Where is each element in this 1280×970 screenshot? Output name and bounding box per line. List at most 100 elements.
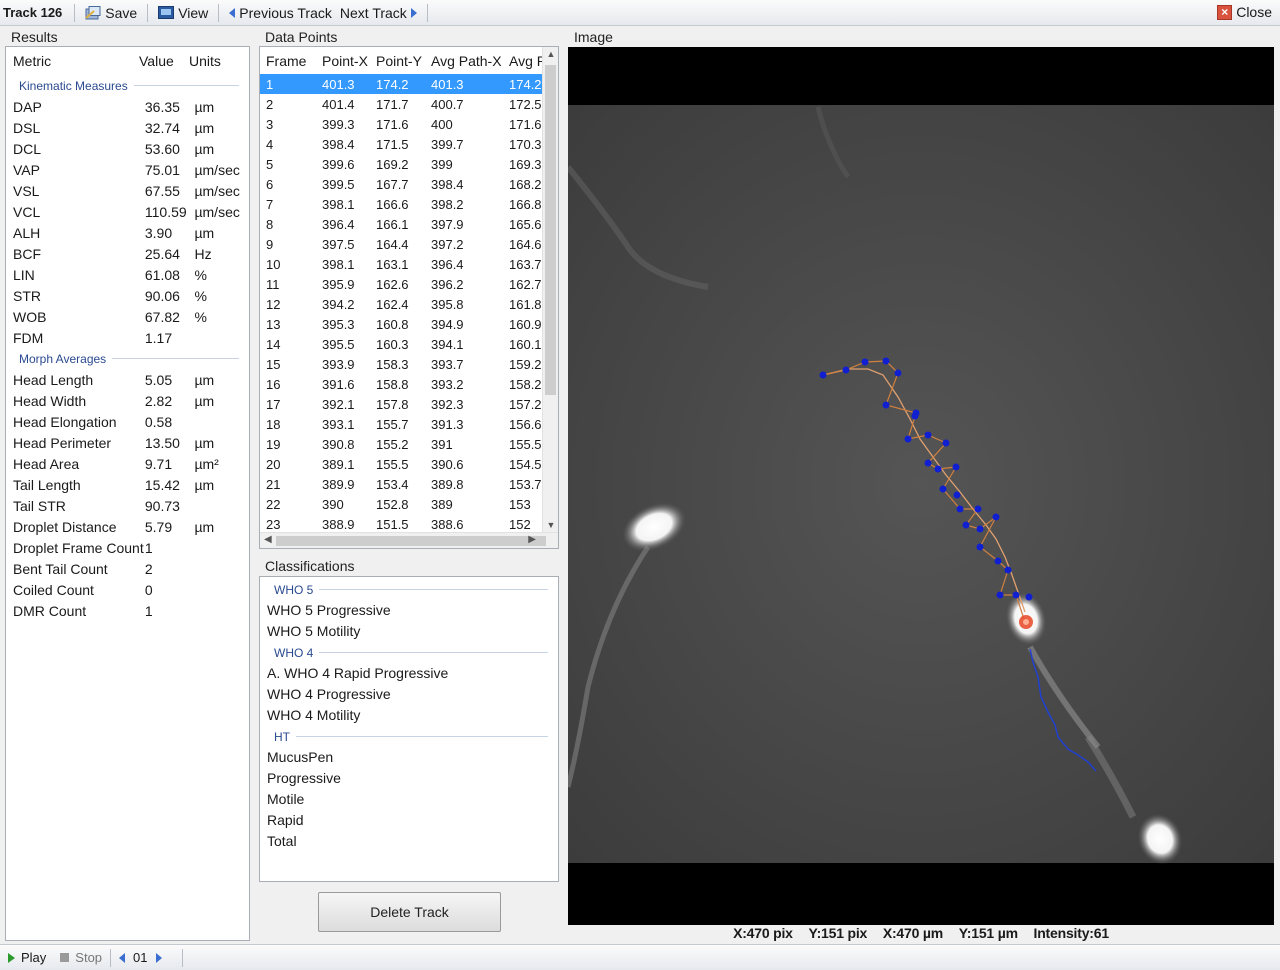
result-row[interactable]: Head Area 9.71 µm² [6,453,249,474]
point-x-cell: 395.9 [322,276,355,292]
results-list[interactable]: Metric Value Units Kinematic Measures DA… [5,46,250,941]
result-row[interactable]: DSL 32.74 µm [6,117,249,138]
image-canvas[interactable] [568,47,1274,925]
result-row[interactable]: Head Elongation 0.58 [6,411,249,432]
table-row[interactable]: 23 388.9 151.5 388.6 152 [260,514,558,534]
classification-item[interactable]: WHO 4 Motility [260,705,558,726]
result-row[interactable]: Coiled Count 0 [6,579,249,600]
results-header: Metric Value Units [6,47,249,75]
scroll-thumb[interactable] [276,536,546,546]
point-y-cell: 160.8 [376,316,409,332]
table-row[interactable]: 9 397.5 164.4 397.2 164.6 [260,234,558,254]
table-row[interactable]: 19 390.8 155.2 391 155.5 [260,434,558,454]
classification-item[interactable]: WHO 5 Motility [260,621,558,642]
classification-item[interactable]: Rapid [260,810,558,831]
scroll-right-icon[interactable]: ▶ [528,534,536,545]
result-row[interactable]: BCF 25.64 Hz [6,243,249,264]
stop-button[interactable]: Stop [60,950,102,965]
result-row[interactable]: VAP 75.01 µm/sec [6,159,249,180]
datapoints-horizontal-scrollbar[interactable]: ◀ ▶ [260,532,558,548]
classification-item[interactable]: WHO 4 Progressive [260,684,558,705]
table-row[interactable]: 21 389.9 153.4 389.8 153.7 [260,474,558,494]
value-column-header[interactable]: Value [139,53,189,69]
point-x-column-header[interactable]: Point-X [316,53,370,69]
table-row[interactable]: 12 394.2 162.4 395.8 161.8 [260,294,558,314]
close-button[interactable]: × Close [1217,4,1272,20]
frame-cell: 13 [266,316,281,332]
metric-column-header[interactable]: Metric [6,53,139,69]
table-row[interactable]: 2 401.4 171.7 400.7 172.5 [260,94,558,114]
table-row[interactable]: 16 391.6 158.8 393.2 158.2 [260,374,558,394]
avg-path-x-column-header[interactable]: Avg Path-X [425,53,503,69]
point-x-cell: 391.6 [322,376,355,392]
metric-units: µm [194,392,215,409]
classification-item[interactable]: MucusPen [260,747,558,768]
scroll-thumb[interactable] [545,65,556,395]
table-row[interactable]: 14 395.5 160.3 394.1 160.1 [260,334,558,354]
table-row[interactable]: 13 395.3 160.8 394.9 160.9 [260,314,558,334]
table-row[interactable]: 5 399.6 169.2 399 169.3 [260,154,558,174]
result-row[interactable]: Head Length 5.05 µm [6,369,249,390]
classifications-list[interactable]: WHO 5 WHO 5 Progressive WHO 5 Motility WHO … [259,576,559,882]
scroll-up-icon[interactable]: ▲ [546,49,556,61]
microscope-image[interactable] [568,47,1274,925]
avg-path-x-cell: 393.2 [431,376,464,392]
result-row[interactable]: FDM 1.17 [6,327,249,348]
table-row[interactable]: 3 399.3 171.6 400 171.6 [260,114,558,134]
table-row[interactable]: 7 398.1 166.6 398.2 166.8 [260,194,558,214]
avg-path-y-cell: 158.2 [509,376,542,392]
result-row[interactable]: DAP 36.35 µm [6,96,249,117]
table-row[interactable]: 8 396.4 166.1 397.9 165.6 [260,214,558,234]
result-row[interactable]: Tail Length 15.42 µm [6,474,249,495]
previous-frame-icon[interactable] [119,952,126,963]
table-row[interactable]: 15 393.9 158.3 393.7 159.2 [260,354,558,374]
table-row[interactable]: 22 390 152.8 389 153 [260,494,558,514]
result-row[interactable]: Droplet Frame Count 1 [6,537,249,558]
result-row[interactable]: Tail STR 90.73 [6,495,249,516]
table-row[interactable]: 18 393.1 155.7 391.3 156.6 [260,414,558,434]
scroll-left-icon[interactable]: ◀ [264,534,272,545]
result-row[interactable]: DCL 53.60 µm [6,138,249,159]
classification-item[interactable]: Total [260,831,558,852]
point-x-cell: 388.9 [322,516,355,532]
classification-item[interactable]: Progressive [260,768,558,789]
classification-item[interactable]: A. WHO 4 Rapid Progressive [260,663,558,684]
scroll-down-icon[interactable]: ▼ [546,520,556,532]
table-row[interactable]: 4 398.4 171.5 399.7 170.3 [260,134,558,154]
frame-column-header[interactable]: Frame [260,53,316,69]
table-row[interactable]: 10 398.1 163.1 396.4 163.7 [260,254,558,274]
view-button[interactable]: View [154,3,212,23]
result-row[interactable]: Head Width 2.82 µm [6,390,249,411]
units-column-header[interactable]: Units [189,53,244,69]
table-row[interactable]: 20 389.1 155.5 390.6 154.5 [260,454,558,474]
classification-item[interactable]: WHO 5 Progressive [260,600,558,621]
classification-item[interactable]: Motile [260,789,558,810]
result-row[interactable]: Head Perimeter 13.50 µm [6,432,249,453]
avg-path-x-cell: 398.2 [431,196,464,212]
next-frame-icon[interactable] [155,952,162,963]
table-row[interactable]: 6 399.5 167.7 398.4 168.2 [260,174,558,194]
next-track-button[interactable]: Next Track [336,3,421,23]
datapoints-table[interactable]: Frame Point-X Point-Y Avg Path-X Avg Pa … [259,46,559,549]
result-row[interactable]: STR 90.06% [6,285,249,306]
result-row[interactable]: VCL 110.59 µm/sec [6,201,249,222]
play-button[interactable]: Play [8,950,46,965]
result-row[interactable]: LIN 61.08% [6,264,249,285]
result-row[interactable]: Bent Tail Count 2 [6,558,249,579]
result-row[interactable]: DMR Count 1 [6,600,249,621]
table-row[interactable]: 11 395.9 162.6 396.2 162.7 [260,274,558,294]
point-y-column-header[interactable]: Point-Y [370,53,425,69]
result-row[interactable]: ALH 3.90 µm [6,222,249,243]
avg-path-y-column-header[interactable]: Avg Pa [503,53,543,69]
avg-path-y-cell: 155.5 [509,436,542,452]
delete-track-button[interactable]: Delete Track [318,892,501,932]
datapoints-vertical-scrollbar[interactable]: ▲ ▼ [542,47,558,534]
point-x-cell: 390.8 [322,436,355,452]
result-row[interactable]: VSL 67.55 µm/sec [6,180,249,201]
table-row[interactable]: 17 392.1 157.8 392.3 157.2 [260,394,558,414]
result-row[interactable]: Droplet Distance 5.79 µm [6,516,249,537]
save-button[interactable]: Save [81,3,141,23]
result-row[interactable]: WOB 67.82% [6,306,249,327]
previous-track-button[interactable]: Previous Track [225,3,336,23]
table-row[interactable]: 1 401.3 174.2 401.3 174.2 [260,74,558,94]
